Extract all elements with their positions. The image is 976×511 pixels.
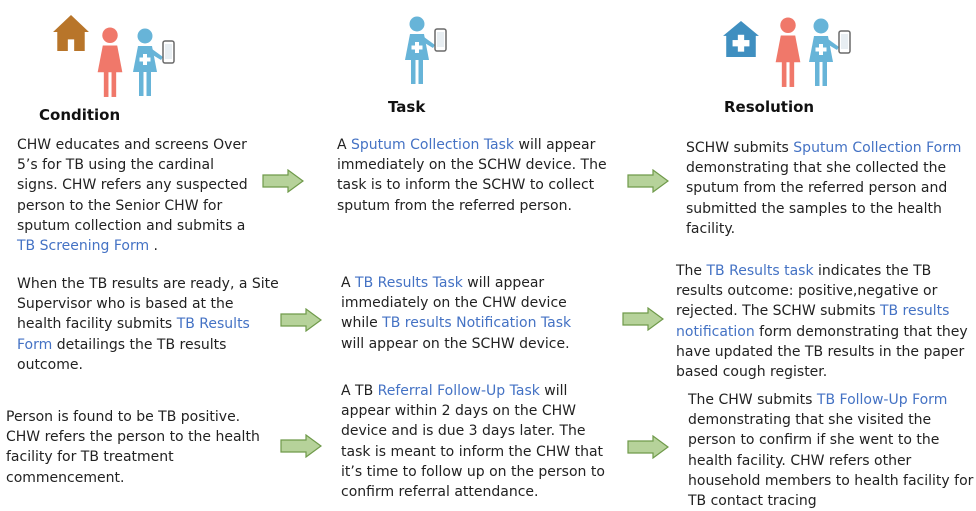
row3-task-t2: will appear within 2 days on the CHW dev… bbox=[341, 383, 605, 501]
row1-resolution-t1: SCHW submits bbox=[686, 140, 794, 156]
referral-follow-up-task-link[interactable]: Referral Follow-Up Task bbox=[378, 383, 540, 399]
tb-results-task-resolution-link[interactable]: TB Results task bbox=[707, 263, 814, 279]
row3-resolution-t1: The CHW submits bbox=[688, 392, 817, 408]
row1-condition-tail: . bbox=[149, 238, 159, 255]
row2-condition-text: When the TB results are ready, a Site Su… bbox=[17, 274, 282, 375]
row1-condition-text: CHW educates and screens Over 5’s for TB… bbox=[17, 135, 257, 256]
row2-task-t3: will appear on the SCHW device. bbox=[341, 335, 570, 352]
sputum-collection-task-link[interactable]: Sputum Collection Task bbox=[351, 137, 514, 153]
tb-screening-form-link[interactable]: TB Screening Form bbox=[17, 238, 149, 254]
nurse-icon bbox=[130, 26, 176, 98]
row1-resolution-t2: demonstrating that she collected the spu… bbox=[686, 160, 948, 237]
row1-resolution-text: SCHW submits Sputum Collection Form demo… bbox=[686, 138, 966, 239]
arrow-icon bbox=[622, 307, 664, 331]
nurse-icon bbox=[806, 16, 852, 88]
row3-condition-text: Person is found to be TB positive. CHW r… bbox=[6, 407, 271, 488]
arrow-icon bbox=[627, 169, 669, 193]
row3-condition-body: Person is found to be TB positive. CHW r… bbox=[6, 409, 260, 486]
resolution-header: Resolution bbox=[724, 98, 815, 116]
sputum-collection-form-link[interactable]: Sputum Collection Form bbox=[793, 140, 961, 156]
nurse-icon bbox=[402, 14, 448, 86]
row1-task-text: A Sputum Collection Task will appear imm… bbox=[337, 135, 607, 216]
row3-task-text: A TB Referral Follow-Up Task will appear… bbox=[341, 381, 611, 502]
row3-resolution-text: The CHW submits TB Follow-Up Form demons… bbox=[688, 390, 974, 511]
row3-task-t1: A TB bbox=[341, 383, 378, 399]
house-icon bbox=[52, 14, 90, 52]
arrow-icon bbox=[280, 434, 322, 458]
task-header: Task bbox=[388, 98, 426, 116]
arrow-icon bbox=[627, 435, 669, 459]
row1-task-t1: A bbox=[337, 137, 352, 153]
arrow-icon bbox=[262, 169, 304, 193]
woman-icon bbox=[772, 16, 804, 88]
row1-condition-body: CHW educates and screens Over 5’s for TB… bbox=[17, 137, 248, 234]
row3-resolution-t2: demonstrating that she visited the perso… bbox=[688, 412, 974, 510]
condition-header: Condition bbox=[39, 106, 121, 124]
woman-icon bbox=[94, 26, 126, 98]
row2-resolution-t1: The bbox=[676, 263, 707, 279]
clinic-icon bbox=[722, 20, 760, 58]
tb-results-task-link[interactable]: TB Results Task bbox=[355, 275, 463, 291]
row2-task-t1: A bbox=[341, 275, 356, 291]
tb-results-notification-task-link[interactable]: TB results Notification Task bbox=[382, 315, 571, 331]
tb-follow-up-form-link[interactable]: TB Follow-Up Form bbox=[817, 392, 947, 408]
row2-resolution-text: The TB Results task indicates the TB res… bbox=[676, 261, 976, 382]
row2-task-text: A TB Results Task will appear immediatel… bbox=[341, 273, 596, 354]
arrow-icon bbox=[280, 308, 322, 332]
